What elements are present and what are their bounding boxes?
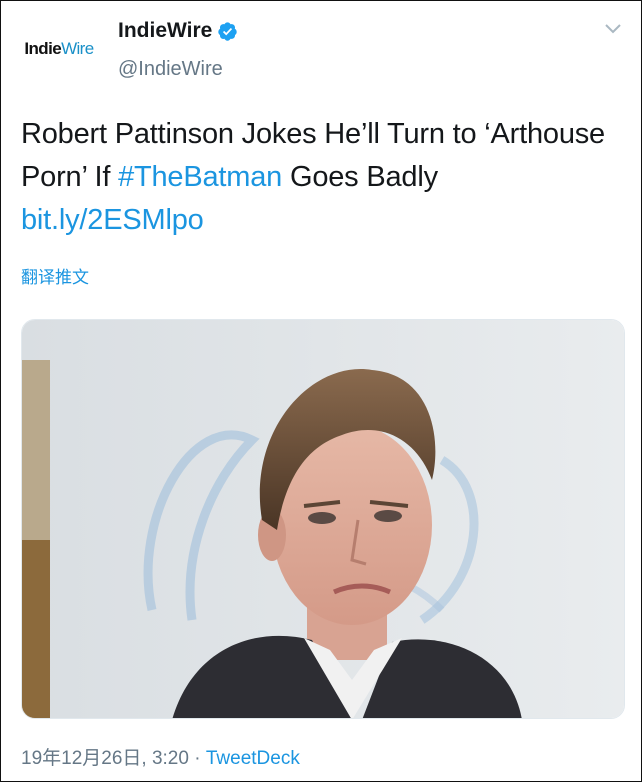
tweet-text: Robert Pattinson Jokes He’ll Turn to ‘Ar… bbox=[21, 113, 621, 242]
avatar[interactable]: Indie Wire bbox=[19, 15, 99, 83]
translate-tweet-link[interactable]: 翻译推文 bbox=[21, 263, 89, 288]
source-link[interactable]: TweetDeck bbox=[206, 748, 300, 769]
photo-portrait bbox=[22, 320, 624, 718]
tweet-footer: 19年12月26日, 3:20 · TweetDeck bbox=[21, 743, 300, 770]
footer-separator: · bbox=[188, 748, 206, 769]
tweet-card: Indie Wire IndieWire @IndieWire Robert Pa… bbox=[0, 0, 642, 782]
tweet-photo[interactable] bbox=[21, 319, 625, 719]
name-row: IndieWire bbox=[118, 19, 238, 43]
verified-badge-icon bbox=[218, 21, 238, 41]
chevron-down-icon[interactable] bbox=[605, 23, 621, 35]
tweet-text-part2: Goes Badly bbox=[282, 161, 438, 193]
hashtag-link[interactable]: #TheBatman bbox=[118, 161, 282, 193]
account-name[interactable]: IndieWire bbox=[118, 19, 212, 43]
avatar-text-bold: Indie bbox=[24, 39, 62, 58]
avatar-text-light: Wire bbox=[61, 39, 94, 58]
account-handle[interactable]: @IndieWire bbox=[118, 58, 223, 81]
timestamp[interactable]: 19年12月26日, 3:20 bbox=[21, 748, 189, 769]
url-link[interactable]: bit.ly/2ESMlpo bbox=[21, 204, 204, 236]
